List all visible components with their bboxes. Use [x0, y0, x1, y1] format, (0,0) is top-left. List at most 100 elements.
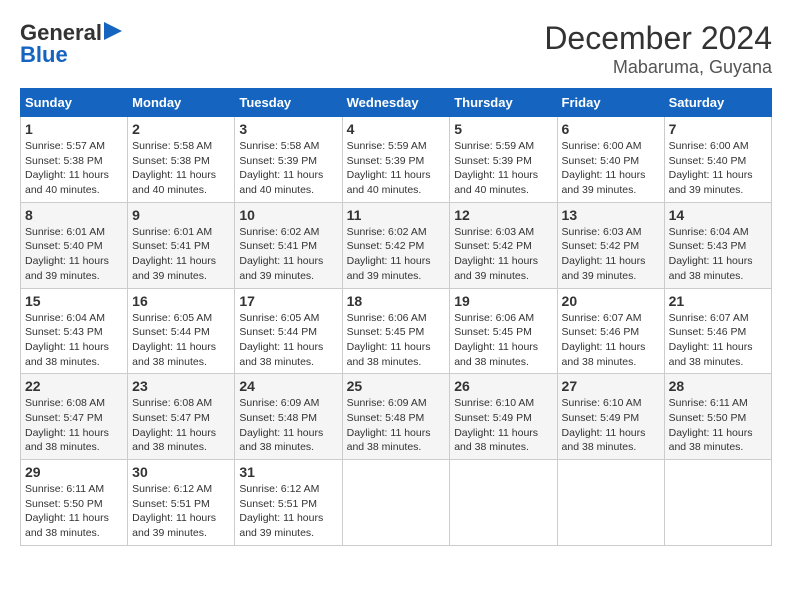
- day-info: Sunrise: 5:58 AM Sunset: 5:38 PM Dayligh…: [132, 139, 230, 198]
- logo: General Blue: [20, 20, 122, 68]
- calendar-cell: 15 Sunrise: 6:04 AM Sunset: 5:43 PM Dayl…: [21, 288, 128, 374]
- day-info: Sunrise: 6:05 AM Sunset: 5:44 PM Dayligh…: [239, 311, 337, 370]
- day-header-friday: Friday: [557, 89, 664, 117]
- day-info: Sunrise: 6:04 AM Sunset: 5:43 PM Dayligh…: [25, 311, 123, 370]
- day-header-tuesday: Tuesday: [235, 89, 342, 117]
- calendar-cell: 17 Sunrise: 6:05 AM Sunset: 5:44 PM Dayl…: [235, 288, 342, 374]
- calendar-cell: 13 Sunrise: 6:03 AM Sunset: 5:42 PM Dayl…: [557, 202, 664, 288]
- calendar-header: SundayMondayTuesdayWednesdayThursdayFrid…: [21, 89, 772, 117]
- day-number: 15: [25, 293, 123, 309]
- day-info: Sunrise: 6:11 AM Sunset: 5:50 PM Dayligh…: [25, 482, 123, 541]
- day-header-thursday: Thursday: [450, 89, 557, 117]
- day-info: Sunrise: 6:08 AM Sunset: 5:47 PM Dayligh…: [132, 396, 230, 455]
- day-info: Sunrise: 6:07 AM Sunset: 5:46 PM Dayligh…: [562, 311, 660, 370]
- day-number: 21: [669, 293, 767, 309]
- day-number: 4: [347, 121, 446, 137]
- day-number: 20: [562, 293, 660, 309]
- calendar-cell: 7 Sunrise: 6:00 AM Sunset: 5:40 PM Dayli…: [664, 117, 771, 203]
- day-info: Sunrise: 6:04 AM Sunset: 5:43 PM Dayligh…: [669, 225, 767, 284]
- day-number: 24: [239, 378, 337, 394]
- calendar-cell: [664, 460, 771, 546]
- day-number: 27: [562, 378, 660, 394]
- day-number: 10: [239, 207, 337, 223]
- calendar-cell: 20 Sunrise: 6:07 AM Sunset: 5:46 PM Dayl…: [557, 288, 664, 374]
- calendar-cell: 30 Sunrise: 6:12 AM Sunset: 5:51 PM Dayl…: [128, 460, 235, 546]
- calendar-cell: 29 Sunrise: 6:11 AM Sunset: 5:50 PM Dayl…: [21, 460, 128, 546]
- calendar-cell: 3 Sunrise: 5:58 AM Sunset: 5:39 PM Dayli…: [235, 117, 342, 203]
- page-header: General Blue December 2024 Mabaruma, Guy…: [20, 20, 772, 78]
- day-info: Sunrise: 5:59 AM Sunset: 5:39 PM Dayligh…: [454, 139, 552, 198]
- day-number: 7: [669, 121, 767, 137]
- calendar-cell: 5 Sunrise: 5:59 AM Sunset: 5:39 PM Dayli…: [450, 117, 557, 203]
- calendar-cell: [342, 460, 450, 546]
- day-number: 5: [454, 121, 552, 137]
- logo-text-blue: Blue: [20, 42, 68, 68]
- day-info: Sunrise: 5:57 AM Sunset: 5:38 PM Dayligh…: [25, 139, 123, 198]
- calendar-cell: 2 Sunrise: 5:58 AM Sunset: 5:38 PM Dayli…: [128, 117, 235, 203]
- calendar-week-5: 29 Sunrise: 6:11 AM Sunset: 5:50 PM Dayl…: [21, 460, 772, 546]
- day-info: Sunrise: 6:09 AM Sunset: 5:48 PM Dayligh…: [347, 396, 446, 455]
- day-number: 31: [239, 464, 337, 480]
- day-number: 28: [669, 378, 767, 394]
- day-number: 8: [25, 207, 123, 223]
- day-header-saturday: Saturday: [664, 89, 771, 117]
- calendar-cell: 24 Sunrise: 6:09 AM Sunset: 5:48 PM Dayl…: [235, 374, 342, 460]
- calendar-body: 1 Sunrise: 5:57 AM Sunset: 5:38 PM Dayli…: [21, 117, 772, 546]
- day-info: Sunrise: 5:58 AM Sunset: 5:39 PM Dayligh…: [239, 139, 337, 198]
- day-header-wednesday: Wednesday: [342, 89, 450, 117]
- day-info: Sunrise: 5:59 AM Sunset: 5:39 PM Dayligh…: [347, 139, 446, 198]
- day-info: Sunrise: 6:02 AM Sunset: 5:42 PM Dayligh…: [347, 225, 446, 284]
- calendar-cell: 18 Sunrise: 6:06 AM Sunset: 5:45 PM Dayl…: [342, 288, 450, 374]
- calendar-week-4: 22 Sunrise: 6:08 AM Sunset: 5:47 PM Dayl…: [21, 374, 772, 460]
- day-header-row: SundayMondayTuesdayWednesdayThursdayFrid…: [21, 89, 772, 117]
- calendar-cell: 31 Sunrise: 6:12 AM Sunset: 5:51 PM Dayl…: [235, 460, 342, 546]
- calendar-cell: 1 Sunrise: 5:57 AM Sunset: 5:38 PM Dayli…: [21, 117, 128, 203]
- day-info: Sunrise: 6:06 AM Sunset: 5:45 PM Dayligh…: [347, 311, 446, 370]
- day-info: Sunrise: 6:01 AM Sunset: 5:41 PM Dayligh…: [132, 225, 230, 284]
- day-info: Sunrise: 6:12 AM Sunset: 5:51 PM Dayligh…: [132, 482, 230, 541]
- day-info: Sunrise: 6:07 AM Sunset: 5:46 PM Dayligh…: [669, 311, 767, 370]
- day-info: Sunrise: 6:03 AM Sunset: 5:42 PM Dayligh…: [454, 225, 552, 284]
- day-number: 6: [562, 121, 660, 137]
- calendar-cell: 8 Sunrise: 6:01 AM Sunset: 5:40 PM Dayli…: [21, 202, 128, 288]
- title-section: December 2024 Mabaruma, Guyana: [544, 20, 772, 78]
- day-number: 16: [132, 293, 230, 309]
- calendar-cell: 11 Sunrise: 6:02 AM Sunset: 5:42 PM Dayl…: [342, 202, 450, 288]
- calendar-cell: 9 Sunrise: 6:01 AM Sunset: 5:41 PM Dayli…: [128, 202, 235, 288]
- day-number: 12: [454, 207, 552, 223]
- calendar-week-3: 15 Sunrise: 6:04 AM Sunset: 5:43 PM Dayl…: [21, 288, 772, 374]
- day-info: Sunrise: 6:01 AM Sunset: 5:40 PM Dayligh…: [25, 225, 123, 284]
- calendar-cell: 10 Sunrise: 6:02 AM Sunset: 5:41 PM Dayl…: [235, 202, 342, 288]
- calendar-cell: 26 Sunrise: 6:10 AM Sunset: 5:49 PM Dayl…: [450, 374, 557, 460]
- calendar-cell: 21 Sunrise: 6:07 AM Sunset: 5:46 PM Dayl…: [664, 288, 771, 374]
- day-number: 30: [132, 464, 230, 480]
- calendar-cell: 25 Sunrise: 6:09 AM Sunset: 5:48 PM Dayl…: [342, 374, 450, 460]
- day-number: 13: [562, 207, 660, 223]
- day-info: Sunrise: 6:06 AM Sunset: 5:45 PM Dayligh…: [454, 311, 552, 370]
- calendar-subtitle: Mabaruma, Guyana: [544, 57, 772, 78]
- day-info: Sunrise: 6:11 AM Sunset: 5:50 PM Dayligh…: [669, 396, 767, 455]
- calendar-cell: 14 Sunrise: 6:04 AM Sunset: 5:43 PM Dayl…: [664, 202, 771, 288]
- day-header-sunday: Sunday: [21, 89, 128, 117]
- calendar-cell: 23 Sunrise: 6:08 AM Sunset: 5:47 PM Dayl…: [128, 374, 235, 460]
- calendar-title: December 2024: [544, 20, 772, 57]
- day-number: 25: [347, 378, 446, 394]
- calendar-table: SundayMondayTuesdayWednesdayThursdayFrid…: [20, 88, 772, 546]
- day-info: Sunrise: 6:03 AM Sunset: 5:42 PM Dayligh…: [562, 225, 660, 284]
- day-number: 18: [347, 293, 446, 309]
- day-number: 9: [132, 207, 230, 223]
- calendar-cell: 4 Sunrise: 5:59 AM Sunset: 5:39 PM Dayli…: [342, 117, 450, 203]
- day-number: 2: [132, 121, 230, 137]
- day-info: Sunrise: 6:10 AM Sunset: 5:49 PM Dayligh…: [562, 396, 660, 455]
- day-info: Sunrise: 6:08 AM Sunset: 5:47 PM Dayligh…: [25, 396, 123, 455]
- calendar-week-2: 8 Sunrise: 6:01 AM Sunset: 5:40 PM Dayli…: [21, 202, 772, 288]
- calendar-cell: 27 Sunrise: 6:10 AM Sunset: 5:49 PM Dayl…: [557, 374, 664, 460]
- day-header-monday: Monday: [128, 89, 235, 117]
- day-info: Sunrise: 6:02 AM Sunset: 5:41 PM Dayligh…: [239, 225, 337, 284]
- day-info: Sunrise: 6:00 AM Sunset: 5:40 PM Dayligh…: [562, 139, 660, 198]
- day-info: Sunrise: 6:10 AM Sunset: 5:49 PM Dayligh…: [454, 396, 552, 455]
- calendar-cell: 16 Sunrise: 6:05 AM Sunset: 5:44 PM Dayl…: [128, 288, 235, 374]
- calendar-cell: 19 Sunrise: 6:06 AM Sunset: 5:45 PM Dayl…: [450, 288, 557, 374]
- logo-arrow-icon: [104, 22, 122, 40]
- day-number: 17: [239, 293, 337, 309]
